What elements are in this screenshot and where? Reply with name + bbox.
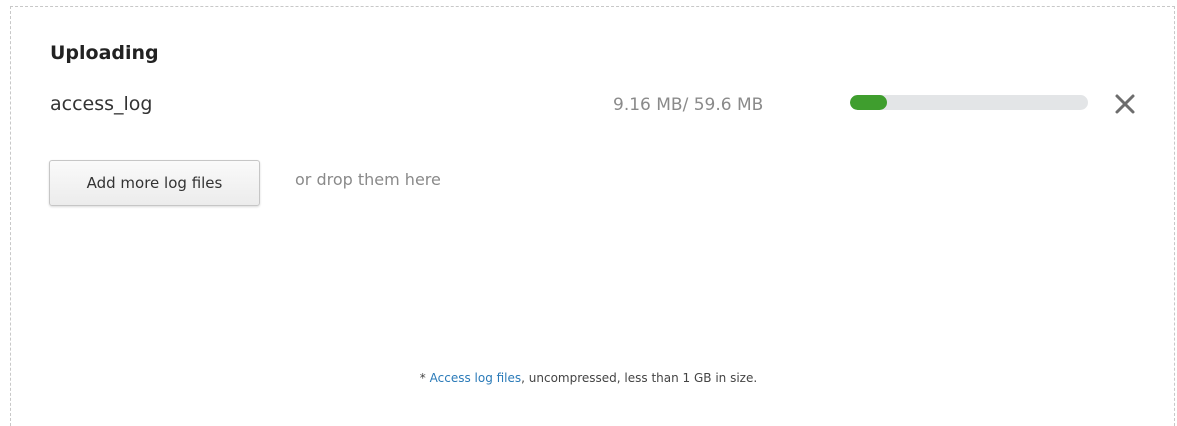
uploading-heading: Uploading [50, 42, 159, 64]
footnote-suffix: , uncompressed, less than 1 GB in size. [521, 371, 758, 385]
footnote: * Access log files, uncompressed, less t… [0, 371, 1177, 385]
footnote-prefix: * [419, 371, 430, 385]
upload-dropzone[interactable] [10, 6, 1175, 426]
close-icon [1115, 94, 1135, 114]
file-name: access_log [50, 93, 153, 115]
drop-hint: or drop them here [295, 170, 441, 189]
cancel-upload-button[interactable] [1112, 91, 1138, 117]
add-more-log-files-button[interactable]: Add more log files [49, 160, 260, 206]
access-log-files-link[interactable]: Access log files [430, 371, 522, 385]
upload-progress-bar [850, 95, 1088, 110]
upload-progress-fill [850, 95, 887, 110]
file-size-progress-text: 9.16 MB/ 59.6 MB [613, 95, 764, 115]
